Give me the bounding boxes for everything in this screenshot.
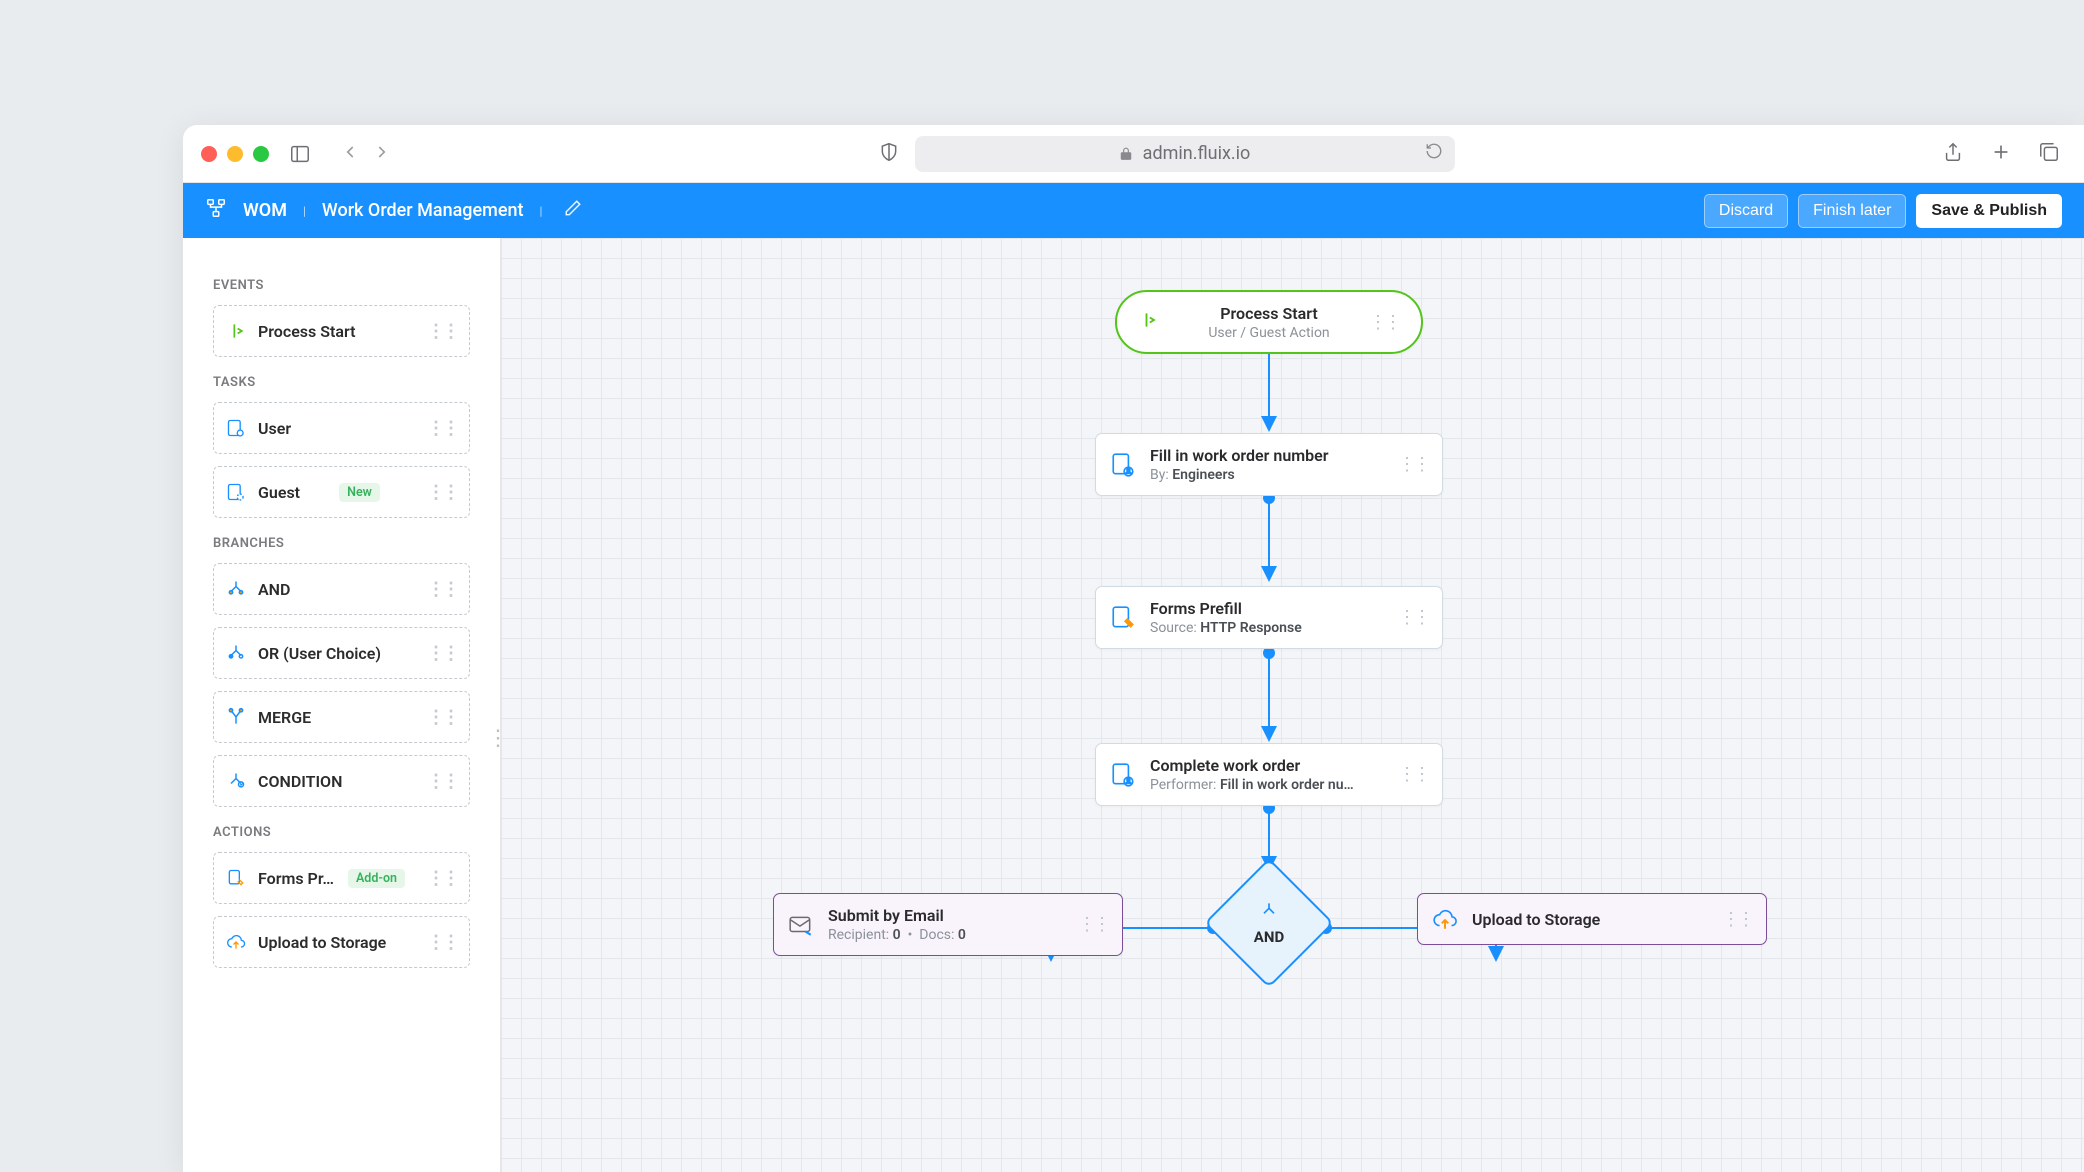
palette-guest[interactable]: Guest New [213,466,470,518]
sidebar-toggle-icon[interactable] [289,143,311,165]
addon-badge: Add-on [348,869,405,888]
node-title: Submit by Email [828,906,966,925]
forms-prefill-icon [226,868,246,888]
page-title: Work Order Management [322,200,524,221]
browser-window: admin.fluix.io WOM | Work Order Manageme… [183,125,2084,1172]
palette-process-start[interactable]: Process Start [213,305,470,357]
reload-icon[interactable] [1425,142,1443,165]
back-button[interactable] [341,143,359,165]
address-bar[interactable]: admin.fluix.io [915,136,1455,172]
branch-or-icon [226,643,246,663]
node-label: AND [1254,928,1284,946]
process-start-icon [226,321,246,341]
section-actions-label: ACTIONS [213,825,470,840]
drag-handle-icon [427,643,457,664]
window-traffic-lights [201,146,269,162]
palette-sidebar: EVENTS Process Start TASKS User [183,238,501,1172]
drag-handle-icon [1722,909,1752,930]
section-events-label: EVENTS [213,278,470,293]
forward-button[interactable] [373,143,391,165]
node-subtitle: User / Guest Action [1208,325,1329,341]
new-tab-icon[interactable] [1990,141,2012,167]
palette-upload-storage[interactable]: Upload to Storage [213,916,470,968]
node-fill-work-order-number[interactable]: Fill in work order number By: Engineers [1095,433,1443,496]
palette-and[interactable]: AND [213,563,470,615]
sidebar-collapse-handle[interactable] [494,726,501,750]
palette-forms-prefill[interactable]: Forms Pr… Add-on [213,852,470,904]
edit-icon[interactable] [564,199,582,222]
upload-cloud-icon [226,932,246,952]
workflow-icon [205,197,227,224]
node-upload-to-storage[interactable]: Upload to Storage [1417,893,1767,945]
drag-handle-icon [1078,914,1108,935]
node-title: Forms Prefill [1150,599,1302,618]
drag-handle-icon [1398,607,1428,628]
drag-handle-icon [1369,312,1399,333]
branch-merge-icon [226,707,246,727]
forms-prefill-icon [1110,605,1136,631]
guest-icon [226,482,246,502]
node-subtitle: Performer: Fill in work order nu… [1150,777,1354,793]
drag-handle-icon [427,579,457,600]
section-tasks-label: TASKS [213,375,470,390]
drag-handle-icon [427,707,457,728]
drag-handle-icon [427,771,457,792]
minimize-window-icon[interactable] [227,146,243,162]
drag-handle-icon [1398,764,1428,785]
save-publish-button[interactable]: Save & Publish [1916,194,2062,228]
palette-condition[interactable]: CONDITION [213,755,470,807]
section-branches-label: BRANCHES [213,536,470,551]
node-subtitle: By: Engineers [1150,467,1329,483]
node-forms-prefill[interactable]: Forms Prefill Source: HTTP Response [1095,586,1443,649]
drag-handle-icon [427,418,457,439]
new-badge: New [339,483,380,502]
branch-and-icon [226,579,246,599]
node-branch-and[interactable]: AND [1209,863,1329,983]
palette-user[interactable]: User [213,402,470,454]
upload-cloud-icon [1432,906,1458,932]
app-header: WOM | Work Order Management | Discard Fi… [183,183,2084,238]
branch-and-icon [1259,900,1279,924]
fullscreen-window-icon[interactable] [253,146,269,162]
process-start-icon [1139,310,1159,334]
user-icon [226,418,246,438]
drag-handle-icon [427,482,457,503]
form-user-icon [1110,452,1136,478]
node-subtitle: Source: HTTP Response [1150,620,1302,636]
node-subtitle: Recipient: 0 • Docs: 0 [828,927,966,943]
palette-or[interactable]: OR (User Choice) [213,627,470,679]
node-title: Upload to Storage [1472,910,1600,929]
branch-condition-icon [226,771,246,791]
palette-merge[interactable]: MERGE [213,691,470,743]
drag-handle-icon [427,321,457,342]
browser-chrome: admin.fluix.io [183,125,2084,183]
breadcrumb-sep: | [539,204,542,218]
tabs-overview-icon[interactable] [2038,141,2060,167]
drag-handle-icon [427,868,457,889]
node-process-start[interactable]: Process Start User / Guest Action [1115,290,1423,354]
drag-handle-icon [1398,454,1428,475]
form-user-icon [1110,762,1136,788]
breadcrumb-short[interactable]: WOM [243,200,287,221]
node-title: Fill in work order number [1150,446,1329,465]
breadcrumb-sep: | [303,204,306,218]
workflow-canvas[interactable]: Process Start User / Guest Action Fill i… [501,238,2084,1172]
share-icon[interactable] [1942,141,1964,167]
node-complete-work-order[interactable]: Complete work order Performer: Fill in w… [1095,743,1443,806]
url-text: admin.fluix.io [1143,143,1251,164]
finish-later-button[interactable]: Finish later [1798,194,1906,228]
discard-button[interactable]: Discard [1704,194,1788,228]
privacy-icon[interactable] [879,142,899,166]
close-window-icon[interactable] [201,146,217,162]
email-send-icon [788,912,814,938]
drag-handle-icon [427,932,457,953]
node-title: Complete work order [1150,756,1354,775]
node-title: Process Start [1220,304,1318,323]
node-submit-by-email[interactable]: Submit by Email Recipient: 0 • Docs: 0 [773,893,1123,956]
